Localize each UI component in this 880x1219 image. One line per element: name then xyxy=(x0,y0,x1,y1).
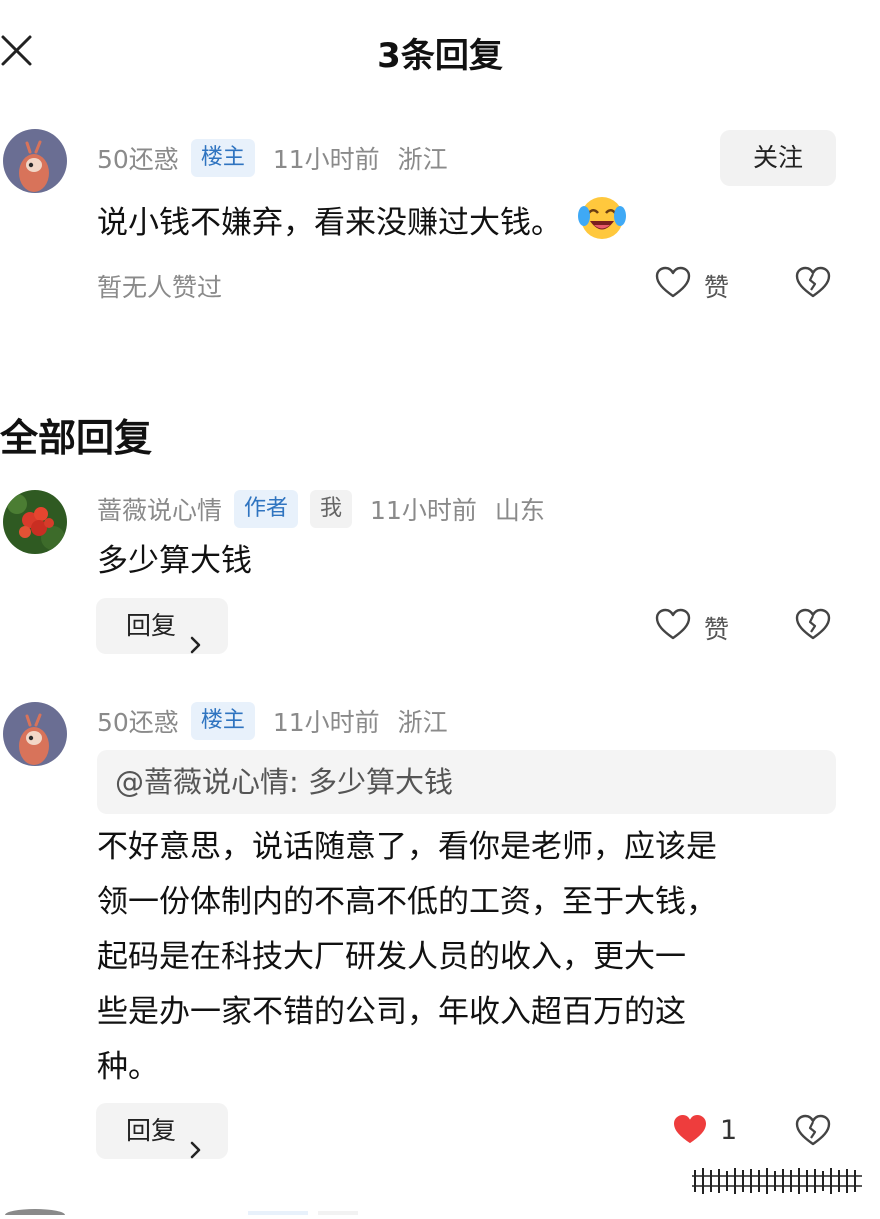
like-count: 1 xyxy=(720,1115,738,1146)
reply-button[interactable]: 回复 xyxy=(96,598,228,654)
reply-text-line: 些是办一家不错的公司，年收入超百万的这 xyxy=(97,994,686,1030)
reply-meta: 蔷薇说心情 作者 我 11小时前 山东 xyxy=(97,489,545,529)
dislike-broken-heart-icon[interactable] xyxy=(795,1114,831,1152)
like-label[interactable]: 赞 xyxy=(704,610,729,646)
avatar[interactable] xyxy=(3,490,67,554)
reply-text-line: 起码是在科技大厂研发人员的收入，更大一 xyxy=(97,939,686,975)
owner-badge: 楼主 xyxy=(190,702,255,740)
avatar[interactable] xyxy=(3,702,67,766)
reply-button-label: 回复 xyxy=(126,611,177,640)
reply-text: 不好意思，说话随意了，看你是老师，应该是 领一份体制内的不高不低的工资，至于大钱… xyxy=(97,820,717,1095)
dislike-broken-heart-icon[interactable] xyxy=(795,266,831,304)
comment-meta: 50还惑 楼主 11小时前 浙江 xyxy=(97,138,448,178)
watermark-mark xyxy=(690,1164,865,1198)
liked-heart-icon[interactable] xyxy=(672,1114,708,1150)
follow-button[interactable]: 关注 xyxy=(720,130,836,186)
reply-text-line: 领一份体制内的不高不低的工资，至于大钱， xyxy=(97,884,717,920)
page-title: 3条回复 xyxy=(377,36,503,76)
username[interactable]: 50还惑 xyxy=(97,140,179,176)
me-badge: 我 xyxy=(310,490,353,528)
reply-text-line: 不好意思，说话随意了，看你是老师，应该是 xyxy=(97,829,717,865)
username[interactable]: 蔷薇说心情 xyxy=(97,491,222,527)
reply-button-label: 回复 xyxy=(126,1116,177,1145)
header: 3条回复 xyxy=(0,0,880,100)
reply-meta: 50还惑 楼主 11小时前 浙江 xyxy=(97,701,448,741)
author-badge: 作者 xyxy=(234,490,299,528)
dislike-broken-heart-icon[interactable] xyxy=(795,608,831,646)
timestamp: 11小时前 xyxy=(370,496,477,525)
reply-text: 多少算大钱 xyxy=(97,543,252,579)
location: 浙江 xyxy=(397,145,448,174)
next-item-peek xyxy=(0,1200,880,1219)
comment-text: 说小钱不嫌弃，看来没赚过大钱。 xyxy=(97,194,628,244)
reply-button[interactable]: 回复 xyxy=(96,1103,228,1159)
like-heart-icon[interactable] xyxy=(655,608,691,646)
like-label[interactable]: 赞 xyxy=(704,268,729,304)
quoted-reply[interactable]: @蔷薇说心情: 多少算大钱 xyxy=(97,750,836,814)
owner-badge: 楼主 xyxy=(190,139,255,177)
location: 浙江 xyxy=(397,708,448,737)
chevron-right-icon xyxy=(190,618,202,674)
quoted-reply-text: @蔷薇说心情: 多少算大钱 xyxy=(115,765,453,799)
like-heart-icon[interactable] xyxy=(655,266,691,304)
likes-status: 暂无人赞过 xyxy=(97,273,223,302)
timestamp: 11小时前 xyxy=(272,145,380,174)
username[interactable]: 50还惑 xyxy=(97,703,179,739)
avatar[interactable] xyxy=(3,129,67,193)
timestamp: 11小时前 xyxy=(272,708,380,737)
section-title: 全部回复 xyxy=(0,416,153,460)
laughing-crying-emoji-icon xyxy=(576,194,628,255)
chevron-right-icon xyxy=(190,1123,202,1179)
reply-text-line: 种。 xyxy=(97,1049,159,1085)
comment-text-content: 说小钱不嫌弃，看来没赚过大钱。 xyxy=(97,205,562,241)
location: 山东 xyxy=(494,496,545,525)
